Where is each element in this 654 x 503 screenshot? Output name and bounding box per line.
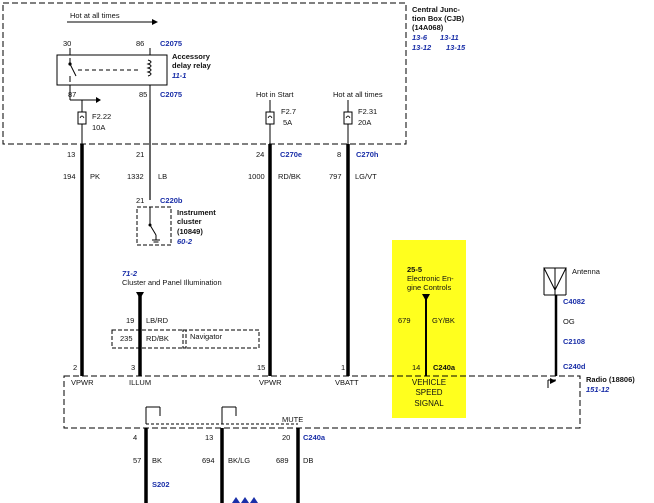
illum-alt-pin: 235 xyxy=(120,334,133,343)
vss-color: GY/BK xyxy=(432,316,455,325)
cjb-ref-3[interactable]: 13-12 xyxy=(412,44,431,52)
fuse-f231 xyxy=(343,111,353,125)
cluster-name: Instrument xyxy=(177,208,216,217)
vss-connector[interactable]: C240a xyxy=(433,364,455,372)
fuse-f231-id: F2.31 xyxy=(358,107,378,116)
bottom-pin-13: 13 xyxy=(205,433,214,442)
illum-pin: 19 xyxy=(126,316,135,325)
mute-label: MUTE xyxy=(282,415,304,424)
cjb-title-2: tion Box (CJB) xyxy=(412,14,465,23)
vss-signal-text: VEHICLE SPEED SIGNAL xyxy=(392,378,466,409)
radio-label-vbatt: VBATT xyxy=(335,378,359,387)
radio-ref[interactable]: 151-12 xyxy=(586,386,609,394)
cluster-name-2: cluster xyxy=(177,217,202,226)
splice-s202[interactable]: S202 xyxy=(152,481,170,489)
illum-alt-wire: RD/BK xyxy=(146,334,169,343)
relay-coil xyxy=(146,59,152,77)
vss-signal-1: VEHICLE xyxy=(411,378,447,387)
vss-label: Electronic En- xyxy=(407,274,454,283)
connector-c2108[interactable]: C2108 xyxy=(563,338,585,346)
fuse-f27-id: F2.7 xyxy=(281,107,297,116)
cjb-title: Central Junc- xyxy=(412,5,460,14)
radio-label-vpwr-2: VPWR xyxy=(259,378,282,387)
color-pk: PK xyxy=(90,172,101,181)
vss-ref[interactable]: 25-5 xyxy=(407,266,422,274)
cluster-box xyxy=(136,206,172,246)
vss-signal-3: SIGNAL xyxy=(414,398,444,408)
fuse-f231-amp: 20A xyxy=(358,118,372,127)
diagram-lines xyxy=(2,2,581,503)
relay-pin-30: 30 xyxy=(63,39,72,48)
vss-signal-2: SPEED xyxy=(415,388,443,398)
circuit-57: 57 xyxy=(133,456,142,465)
color-bklg: BK/LG xyxy=(228,456,251,465)
color-db: DB xyxy=(303,456,314,465)
relay-pin-85: 85 xyxy=(139,90,148,99)
relay-pin-87: 87 xyxy=(68,90,77,99)
connector-c270e[interactable]: C270e xyxy=(280,151,302,159)
relay-connector-top[interactable]: C2075 xyxy=(160,40,182,48)
connector-c240a-bottom[interactable]: C240a xyxy=(303,434,325,442)
fuse-f231-label: Hot at all times xyxy=(333,90,383,99)
radio-pin-1: 1 xyxy=(341,363,346,372)
circuit-1332: 1332 xyxy=(127,172,144,181)
bottom-pin-20: 20 xyxy=(282,433,291,442)
radio-name: Radio (18806) xyxy=(586,375,635,384)
relay-switch xyxy=(69,63,77,77)
cjb-pin-13: 13 xyxy=(67,150,76,159)
relay-ref[interactable]: 11-1 xyxy=(172,72,186,80)
antenna-label: Antenna xyxy=(572,267,600,276)
cjb-pin-24: 24 xyxy=(256,150,265,159)
circuit-689: 689 xyxy=(276,456,289,465)
relay-pin-86: 86 xyxy=(136,39,145,48)
color-lgvt: LG/VT xyxy=(355,172,377,181)
color-rdbk: RD/BK xyxy=(278,172,301,181)
fuse-f27-label: Hot in Start xyxy=(256,90,294,99)
radio-pin-3: 3 xyxy=(131,363,136,372)
illum-label: Cluster and Panel Illumination xyxy=(122,278,222,287)
cluster-pin: 21 xyxy=(136,196,145,205)
color-bk: BK xyxy=(152,456,163,465)
vss-pin: 14 xyxy=(412,363,421,372)
radio-pin-2: 2 xyxy=(73,363,78,372)
radio-label-illum: ILLUM xyxy=(129,378,152,387)
fuse-f27-amp: 5A xyxy=(283,118,293,127)
cjb-pin-8: 8 xyxy=(337,150,342,159)
relay-connector-bottom[interactable]: C2075 xyxy=(160,91,182,99)
fuse-f222 xyxy=(77,111,87,125)
cjb-ref-2[interactable]: 13-11 xyxy=(440,34,459,42)
color-lb: LB xyxy=(158,172,168,181)
circuit-194: 194 xyxy=(63,172,76,181)
cjb-part: (14A068) xyxy=(412,23,444,32)
fuse-f222-id: F2.22 xyxy=(92,112,112,121)
cjb-ref-4[interactable]: 13-15 xyxy=(446,44,465,52)
fuse-f222-amp: 10A xyxy=(92,123,106,132)
cluster-ref[interactable]: 60-2 xyxy=(177,238,192,246)
fuse-f27 xyxy=(265,111,275,125)
relay-name: Accessory xyxy=(172,52,210,61)
circuit-1000: 1000 xyxy=(248,172,265,181)
cjb-ref-1[interactable]: 13-6 xyxy=(412,34,427,42)
vss-label-2: gine Controls xyxy=(407,283,452,292)
relay-name-2: delay relay xyxy=(172,61,211,70)
navigator-label: Navigator xyxy=(190,332,223,341)
cluster-part: (10849) xyxy=(177,227,203,236)
radio-label-vpwr-1: VPWR xyxy=(71,378,94,387)
vss-circuit: 679 xyxy=(398,316,411,325)
radio-pin-15: 15 xyxy=(257,363,266,372)
circuit-694: 694 xyxy=(202,456,215,465)
cjb-pin-21: 21 xyxy=(136,150,145,159)
hot-arrow xyxy=(152,19,158,25)
antenna-wire: OG xyxy=(563,317,575,326)
illum-wire: LB/RD xyxy=(146,316,169,325)
connector-c240d[interactable]: C240d xyxy=(563,363,586,371)
bottom-pin-4: 4 xyxy=(133,433,138,442)
connector-c220b[interactable]: C220b xyxy=(160,197,183,205)
hot-at-all-times-label: Hot at all times xyxy=(70,11,120,20)
connector-c4082[interactable]: C4082 xyxy=(563,298,585,306)
wiring-diagram: Central Junc- tion Box (CJB) (14A068) 13… xyxy=(0,0,654,503)
connector-c270h[interactable]: C270h xyxy=(356,151,379,159)
illum-ref[interactable]: 71-2 xyxy=(122,270,137,278)
circuit-797: 797 xyxy=(329,172,342,181)
